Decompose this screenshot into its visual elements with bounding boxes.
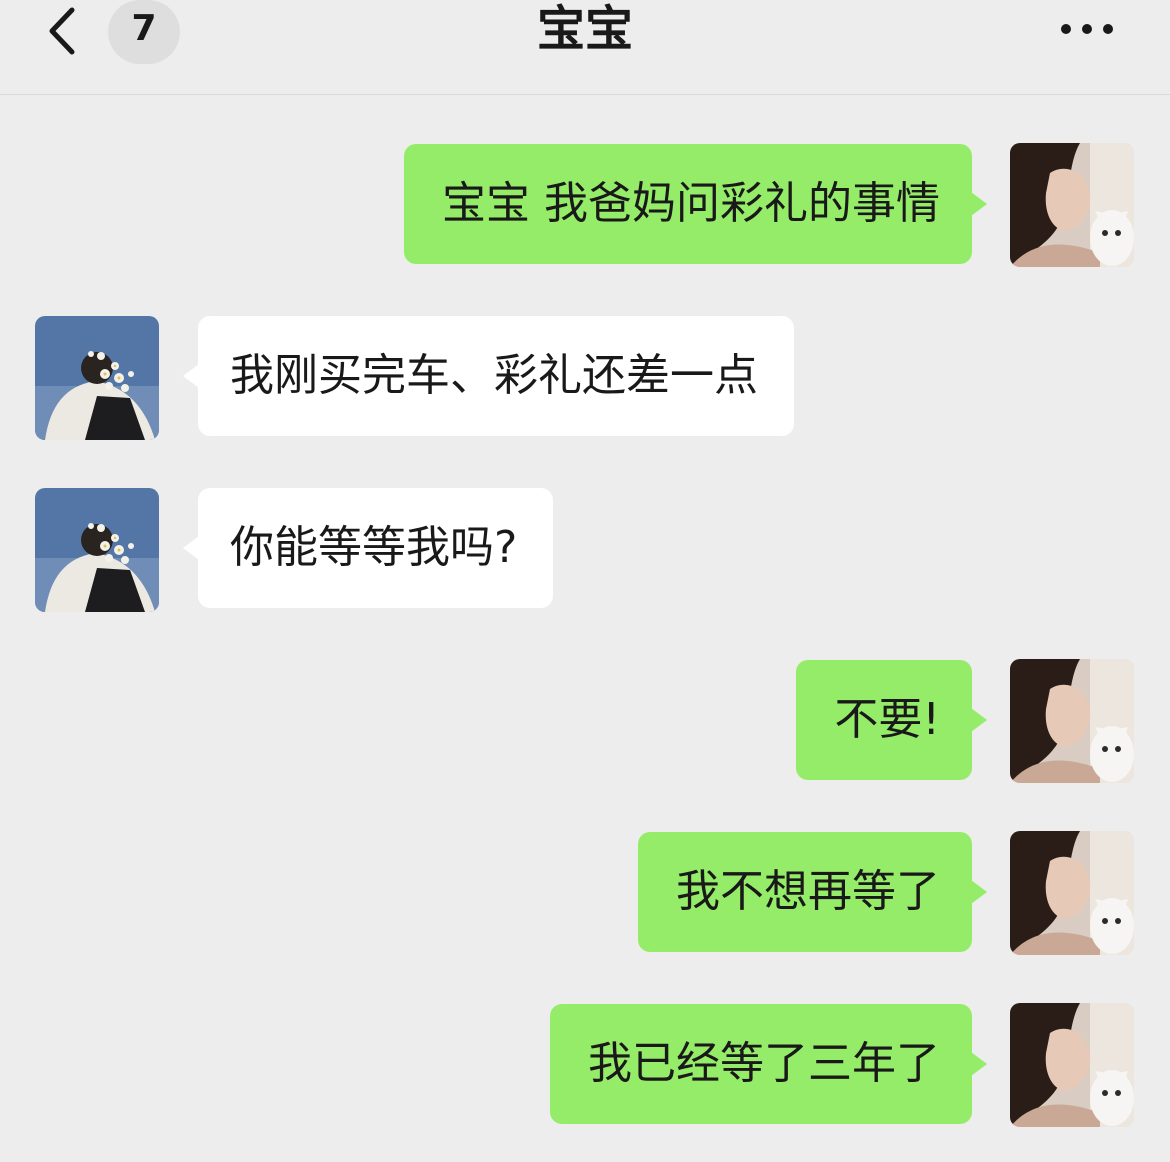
chat-header: 7 宝宝 xyxy=(0,0,1170,95)
received-message-bubble[interactable]: 我刚买完车、彩礼还差一点 xyxy=(183,316,794,436)
my-avatar[interactable] xyxy=(1010,143,1134,267)
sent-message-bubble[interactable]: 不要! xyxy=(796,660,987,780)
my-avatar[interactable] xyxy=(1010,831,1134,955)
unread-count-badge[interactable]: 7 xyxy=(108,0,180,64)
contact-avatar[interactable] xyxy=(35,488,159,612)
sent-message-bubble[interactable]: 宝宝 我爸妈问彩礼的事情 xyxy=(404,144,987,264)
sent-message-bubble[interactable]: 我已经等了三年了 xyxy=(550,1004,987,1124)
contact-avatar[interactable] xyxy=(35,316,159,440)
sent-message-bubble[interactable]: 我不想再等了 xyxy=(638,832,987,952)
my-avatar[interactable] xyxy=(1010,1003,1134,1127)
chevron-left-icon xyxy=(49,7,75,55)
more-button[interactable] xyxy=(1058,18,1116,40)
received-message-bubble[interactable]: 你能等等我吗? xyxy=(182,488,554,608)
back-button[interactable] xyxy=(40,6,86,56)
more-dots-icon xyxy=(1061,24,1113,34)
my-avatar[interactable] xyxy=(1010,659,1134,783)
